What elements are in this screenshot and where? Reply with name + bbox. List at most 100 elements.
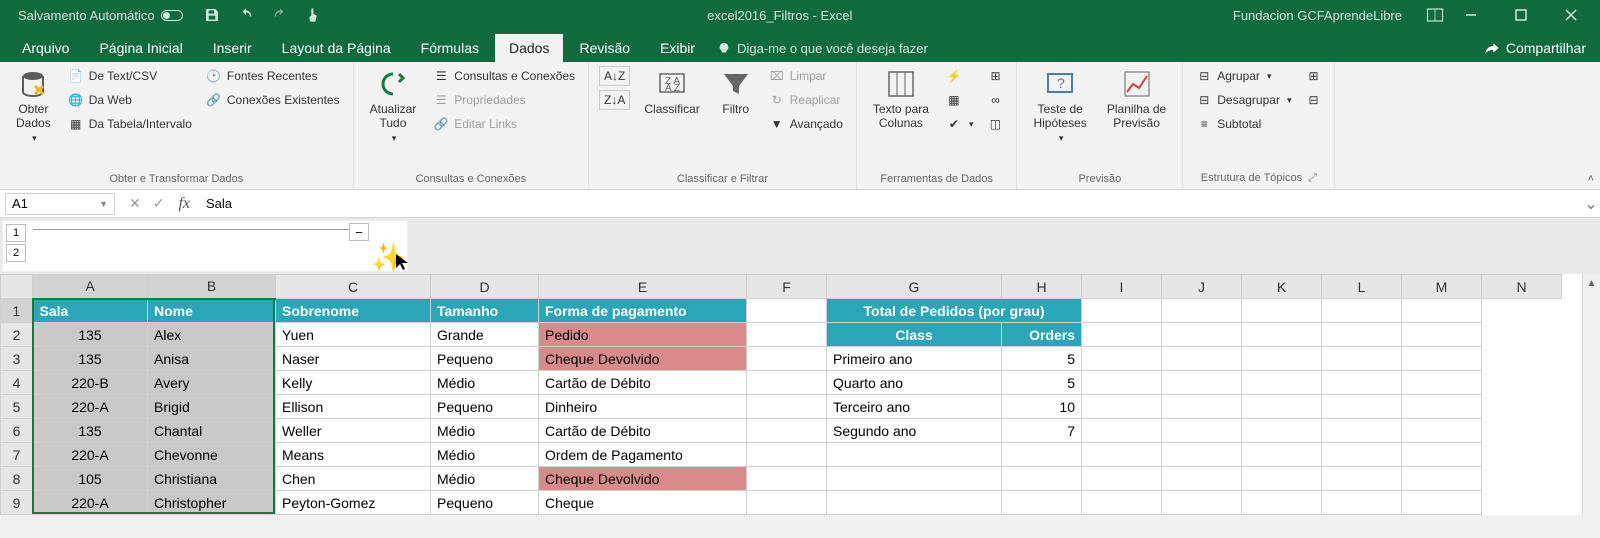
cell[interactable] — [1322, 491, 1402, 515]
autosave-toggle[interactable]: Salvamento Automático — [10, 6, 191, 25]
cell[interactable] — [1242, 347, 1322, 371]
properties-button[interactable]: ☰Propriedades — [430, 90, 578, 110]
select-all-corner[interactable] — [1, 275, 33, 299]
cell[interactable] — [1402, 395, 1482, 419]
sort-za-button[interactable]: Z↓A — [599, 90, 630, 110]
cell[interactable]: Cheque Devolvido — [539, 347, 747, 371]
ribbon-display-icon[interactable] — [1426, 7, 1444, 23]
cell[interactable] — [1322, 299, 1402, 323]
cell[interactable] — [1402, 419, 1482, 443]
cell[interactable] — [1082, 347, 1162, 371]
group-button[interactable]: ⊟Agrupar▾ — [1193, 66, 1294, 86]
queries-connections-button[interactable]: ☰Consultas e Conexões — [430, 66, 578, 86]
cell[interactable]: Anisa — [148, 347, 276, 371]
cell[interactable] — [1242, 419, 1322, 443]
cell[interactable]: Ordem de Pagamento — [539, 443, 747, 467]
tab-inicial[interactable]: Página Inicial — [85, 34, 196, 62]
col-C[interactable]: C — [276, 275, 431, 299]
col-M[interactable]: M — [1402, 275, 1482, 299]
cell[interactable]: Brigid — [148, 395, 276, 419]
cell[interactable]: Total de Pedidos (por grau) — [827, 299, 1082, 323]
reapply-button[interactable]: ↻Reaplicar — [766, 90, 846, 110]
cell[interactable] — [747, 491, 827, 515]
consolidate-button[interactable]: ⊞ — [984, 66, 1006, 86]
cell[interactable]: Pequeno — [431, 491, 539, 515]
cell[interactable] — [1402, 443, 1482, 467]
cell[interactable]: Class — [827, 323, 1002, 347]
cell[interactable]: Sobrenome — [276, 299, 431, 323]
cell[interactable] — [1002, 467, 1082, 491]
cell[interactable]: Naser — [276, 347, 431, 371]
col-E[interactable]: E — [539, 275, 747, 299]
cell[interactable] — [1082, 491, 1162, 515]
cell[interactable]: 10 — [1002, 395, 1082, 419]
save-button[interactable] — [199, 2, 225, 28]
cell[interactable]: Pequeno — [431, 395, 539, 419]
cell[interactable] — [1162, 491, 1242, 515]
cell[interactable]: 105 — [33, 467, 148, 491]
cell[interactable] — [1402, 347, 1482, 371]
cell[interactable] — [1162, 371, 1242, 395]
col-H[interactable]: H — [1002, 275, 1082, 299]
cell[interactable] — [1082, 371, 1162, 395]
col-D[interactable]: D — [431, 275, 539, 299]
forecast-sheet-button[interactable]: Planilha de Previsão — [1101, 66, 1172, 133]
col-F[interactable]: F — [747, 275, 827, 299]
row-5[interactable]: 5 — [1, 395, 33, 419]
cell[interactable] — [747, 299, 827, 323]
cell[interactable] — [1322, 371, 1402, 395]
cell[interactable] — [1402, 299, 1482, 323]
tab-layout[interactable]: Layout da Página — [268, 34, 405, 62]
tab-dados[interactable]: Dados — [495, 34, 563, 62]
vertical-scrollbar[interactable]: ▲ — [1582, 274, 1600, 515]
cell[interactable]: Chevonne — [148, 443, 276, 467]
cell[interactable]: 220-A — [33, 491, 148, 515]
recent-sources-button[interactable]: 🕑Fontes Recentes — [203, 66, 343, 86]
relationships-button[interactable]: ∞ — [984, 90, 1006, 110]
get-data-button[interactable]: Obter Dados▾ — [10, 66, 57, 146]
cell[interactable] — [1082, 467, 1162, 491]
remove-dupes-button[interactable]: ▦ — [943, 90, 977, 110]
row-2[interactable]: 2 — [1, 323, 33, 347]
fx-icon[interactable]: fx — [178, 195, 190, 213]
cell[interactable] — [1402, 323, 1482, 347]
tab-inserir[interactable]: Inserir — [199, 34, 266, 62]
cell[interactable]: 135 — [33, 323, 148, 347]
cell[interactable] — [1002, 443, 1082, 467]
undo-button[interactable] — [233, 2, 259, 28]
cell[interactable]: Médio — [431, 467, 539, 491]
clear-filter-button[interactable]: ⌧Limpar — [766, 66, 846, 86]
cell[interactable]: 135 — [33, 347, 148, 371]
tell-me-search[interactable]: Diga-me o que você deseja fazer — [717, 41, 928, 62]
row-4[interactable]: 4 — [1, 371, 33, 395]
touch-mode-button[interactable] — [301, 2, 327, 28]
cell[interactable] — [1242, 443, 1322, 467]
cell[interactable] — [1002, 491, 1082, 515]
share-button[interactable]: Compartilhar — [1484, 40, 1586, 62]
cell[interactable]: Dinheiro — [539, 395, 747, 419]
cell[interactable] — [747, 347, 827, 371]
from-web-button[interactable]: 🌐Da Web — [65, 90, 195, 110]
cell[interactable]: Médio — [431, 443, 539, 467]
cell[interactable] — [1162, 467, 1242, 491]
col-K[interactable]: K — [1242, 275, 1322, 299]
cell[interactable]: Pedido — [539, 323, 747, 347]
cell[interactable]: Means — [276, 443, 431, 467]
cell[interactable]: Kelly — [276, 371, 431, 395]
cell[interactable]: Yuen — [276, 323, 431, 347]
existing-connections-button[interactable]: 🔗Conexões Existentes — [203, 90, 343, 110]
row-8[interactable]: 8 — [1, 467, 33, 491]
minimize-button[interactable] — [1448, 0, 1494, 30]
hide-detail-button[interactable]: ⊟ — [1302, 90, 1324, 110]
cell[interactable]: Segundo ano — [827, 419, 1002, 443]
cell[interactable]: Forma de pagamento — [539, 299, 747, 323]
scroll-up-button[interactable]: ▲ — [1583, 274, 1600, 292]
cell[interactable] — [1402, 371, 1482, 395]
cell[interactable]: 5 — [1002, 371, 1082, 395]
cancel-formula-button[interactable]: ✕ — [129, 195, 141, 212]
cell[interactable]: Tamanho — [431, 299, 539, 323]
cell[interactable] — [1242, 467, 1322, 491]
col-J[interactable]: J — [1162, 275, 1242, 299]
cell[interactable]: Cartão de Débito — [539, 371, 747, 395]
cell[interactable] — [1162, 419, 1242, 443]
